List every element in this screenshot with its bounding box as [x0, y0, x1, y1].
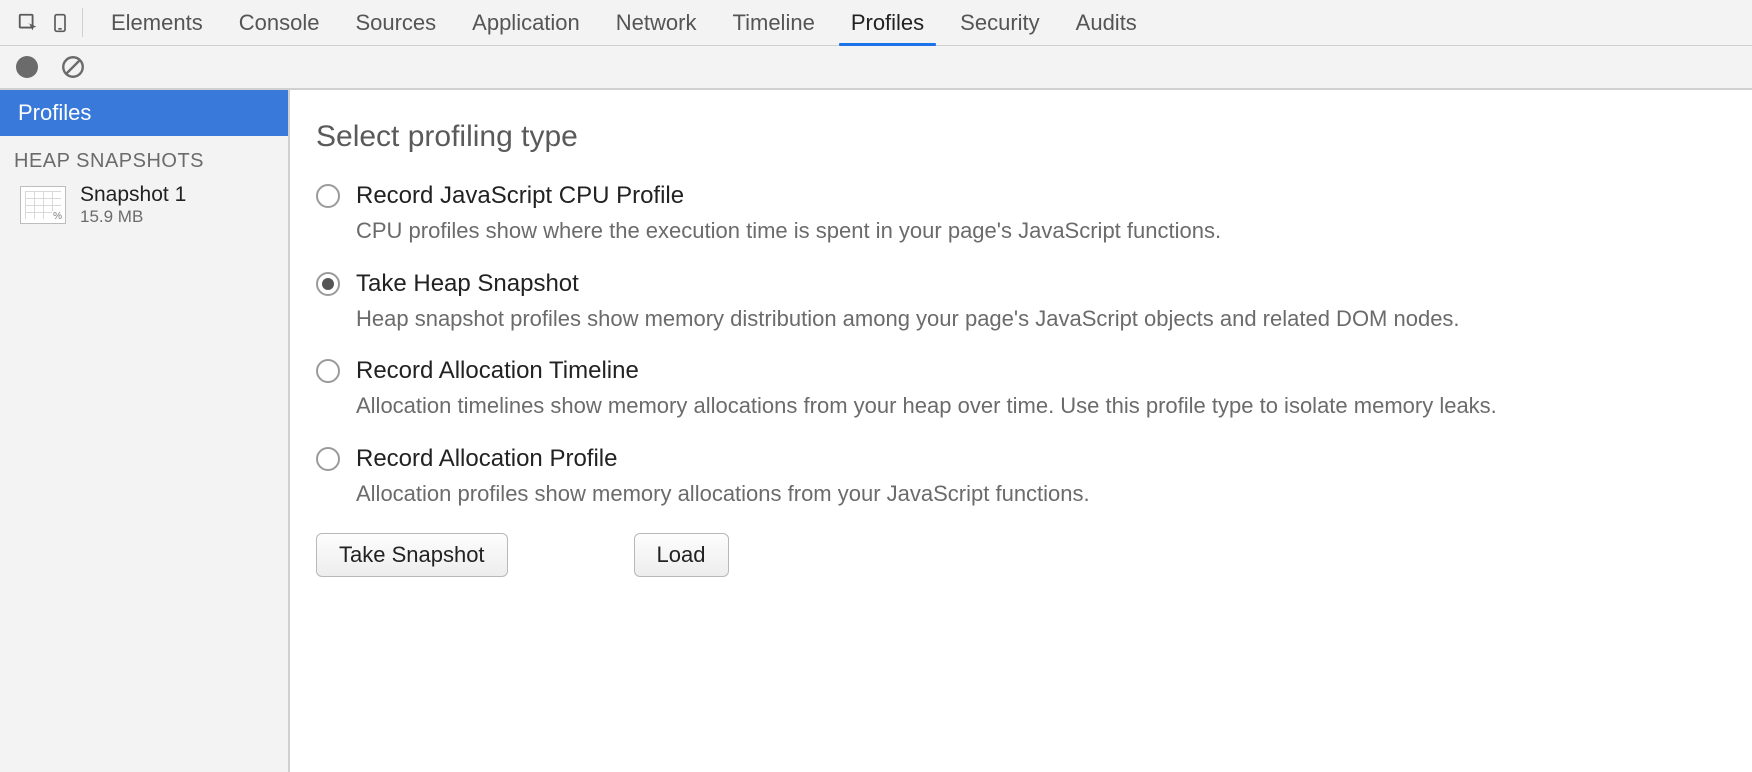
- device-toolbar-icon[interactable]: [44, 0, 76, 45]
- button-label: Take Snapshot: [339, 542, 485, 567]
- tab-elements[interactable]: Elements: [93, 0, 221, 45]
- tab-label: Sources: [355, 10, 436, 36]
- profiles-sidebar: Profiles HEAP SNAPSHOTS % Snapshot 1 15.…: [0, 90, 290, 772]
- sidebar-section-label: HEAP SNAPSHOTS: [0, 136, 288, 179]
- option-title: Record Allocation Timeline: [356, 357, 639, 385]
- option-description: Allocation profiles show memory allocati…: [356, 479, 1726, 509]
- action-button-row: Take Snapshot Load: [316, 533, 1726, 577]
- tab-label: Security: [960, 10, 1039, 36]
- option-title: Record JavaScript CPU Profile: [356, 182, 684, 210]
- snapshot-name: Snapshot 1: [80, 183, 186, 207]
- tab-application[interactable]: Application: [454, 0, 598, 45]
- percent-icon: %: [52, 211, 63, 222]
- tab-label: Application: [472, 10, 580, 36]
- load-button[interactable]: Load: [634, 533, 729, 577]
- tab-label: Timeline: [732, 10, 814, 36]
- clear-icon[interactable]: [60, 54, 86, 80]
- tab-label: Elements: [111, 10, 203, 36]
- tab-profiles[interactable]: Profiles: [833, 0, 942, 45]
- sidebar-header[interactable]: Profiles: [0, 90, 288, 136]
- profiles-main-panel: Select profiling type Record JavaScript …: [290, 90, 1752, 772]
- tabstrip-divider: [82, 8, 83, 37]
- profile-type-option-allocation-profile[interactable]: Record Allocation Profile: [316, 445, 1726, 473]
- tab-label: Network: [616, 10, 697, 36]
- radio-icon[interactable]: [316, 447, 340, 471]
- tab-label: Profiles: [851, 10, 924, 36]
- page-title: Select profiling type: [316, 120, 1726, 154]
- tab-audits[interactable]: Audits: [1058, 0, 1155, 45]
- inspect-element-icon[interactable]: [12, 0, 44, 45]
- tab-sources[interactable]: Sources: [337, 0, 454, 45]
- profile-type-option-heap-snapshot[interactable]: Take Heap Snapshot: [316, 270, 1726, 298]
- profile-type-option-cpu[interactable]: Record JavaScript CPU Profile: [316, 182, 1726, 210]
- take-snapshot-button[interactable]: Take Snapshot: [316, 533, 508, 577]
- option-title: Take Heap Snapshot: [356, 270, 579, 298]
- profiles-toolbar: [0, 46, 1752, 90]
- option-description: Allocation timelines show memory allocat…: [356, 391, 1726, 421]
- snapshot-thumbnail-icon: %: [20, 186, 66, 224]
- profile-type-option-allocation-timeline[interactable]: Record Allocation Timeline: [316, 357, 1726, 385]
- option-description: Heap snapshot profiles show memory distr…: [356, 304, 1726, 334]
- record-button-icon[interactable]: [16, 56, 38, 78]
- tab-console[interactable]: Console: [221, 0, 338, 45]
- button-label: Load: [657, 542, 706, 567]
- snapshot-text: Snapshot 1 15.9 MB: [80, 183, 186, 227]
- radio-icon[interactable]: [316, 359, 340, 383]
- radio-icon[interactable]: [316, 272, 340, 296]
- snapshot-size: 15.9 MB: [80, 207, 186, 227]
- option-title: Record Allocation Profile: [356, 445, 617, 473]
- snapshot-item[interactable]: % Snapshot 1 15.9 MB: [0, 179, 288, 235]
- option-description: CPU profiles show where the execution ti…: [356, 216, 1726, 246]
- tab-security[interactable]: Security: [942, 0, 1057, 45]
- devtools-tabstrip: Elements Console Sources Application Net…: [0, 0, 1752, 46]
- sidebar-header-label: Profiles: [18, 100, 91, 125]
- tab-network[interactable]: Network: [598, 0, 715, 45]
- tab-label: Audits: [1076, 10, 1137, 36]
- tab-timeline[interactable]: Timeline: [714, 0, 832, 45]
- profiles-body: Profiles HEAP SNAPSHOTS % Snapshot 1 15.…: [0, 90, 1752, 772]
- radio-icon[interactable]: [316, 184, 340, 208]
- tab-label: Console: [239, 10, 320, 36]
